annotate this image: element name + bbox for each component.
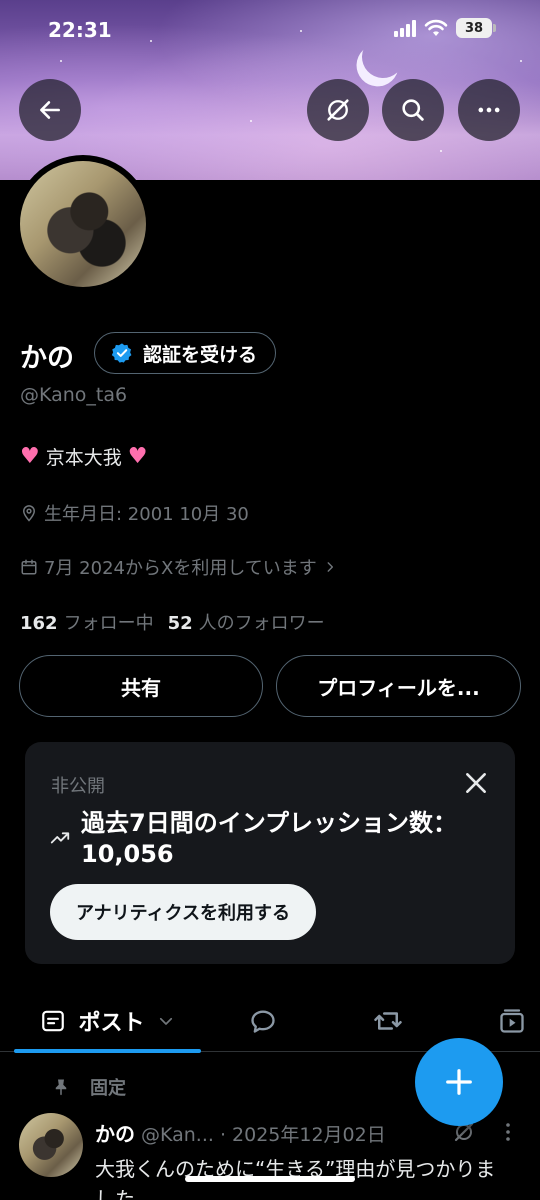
follow-stats: 162 フォロー中 52 人のフォロワー bbox=[20, 609, 325, 635]
profile-name: かの bbox=[20, 343, 74, 374]
analytics-button[interactable]: アナリティクスを利用する bbox=[50, 884, 317, 940]
edit-profile-button[interactable]: プロフィールを... bbox=[276, 655, 521, 717]
tab-active-indicator bbox=[14, 1049, 201, 1053]
followers-count[interactable]: 52 bbox=[168, 613, 193, 634]
post-author-handle[interactable]: @Kan... bbox=[141, 1124, 214, 1146]
media-icon bbox=[500, 1009, 524, 1033]
reply-icon bbox=[251, 1010, 275, 1033]
compose-button[interactable] bbox=[415, 1038, 503, 1126]
grok-icon bbox=[327, 99, 349, 121]
verified-badge-icon bbox=[111, 343, 132, 363]
tab-reposts[interactable] bbox=[357, 990, 419, 1052]
tab-posts-label: ポスト bbox=[78, 1011, 145, 1036]
pink-heart-icon: ♥ bbox=[20, 444, 40, 469]
search-icon bbox=[402, 99, 424, 121]
share-button[interactable]: 共有 bbox=[19, 655, 263, 717]
chevron-down-icon bbox=[159, 1017, 172, 1025]
close-icon[interactable] bbox=[463, 770, 489, 796]
status-time: 22:31 bbox=[48, 18, 112, 42]
analytics-card: 非公開 過去7日間のインプレッション数：10,056 アナリティクスを利用する bbox=[25, 742, 515, 964]
pinned-indicator: 固定 bbox=[52, 1074, 126, 1100]
tab-media[interactable] bbox=[484, 990, 540, 1052]
compose-plus-icon bbox=[446, 1069, 472, 1095]
more-icon bbox=[478, 107, 500, 113]
star bbox=[300, 30, 302, 32]
tab-posts[interactable]: ポスト bbox=[14, 990, 201, 1052]
search-button[interactable] bbox=[382, 79, 444, 141]
post-date: · 2025年12月02日 bbox=[219, 1124, 386, 1146]
status-icons: 38 bbox=[394, 18, 496, 38]
back-button[interactable] bbox=[19, 79, 81, 141]
back-arrow-icon bbox=[40, 101, 60, 119]
pin-icon bbox=[55, 1079, 67, 1096]
avatar-image bbox=[20, 161, 146, 287]
star bbox=[440, 150, 442, 152]
star bbox=[150, 40, 152, 42]
posts-tab-icon bbox=[42, 1010, 65, 1032]
birthday-text: 生年月日: 2001 10月 30 bbox=[44, 504, 249, 525]
star bbox=[520, 60, 522, 62]
tab-replies[interactable] bbox=[232, 990, 294, 1052]
trend-icon bbox=[50, 832, 70, 844]
impressions-title: 過去7日間のインプレッション数：10,056 bbox=[81, 809, 457, 868]
location-icon bbox=[22, 505, 36, 522]
calendar-icon bbox=[21, 559, 37, 575]
birthday-row: 生年月日: 2001 10月 30 bbox=[20, 500, 249, 526]
repost-icon bbox=[374, 1012, 402, 1030]
more-button[interactable] bbox=[458, 79, 520, 141]
get-verified-label: 認証を受ける bbox=[143, 343, 258, 366]
star bbox=[60, 60, 62, 62]
wifi-icon bbox=[424, 19, 448, 36]
following-count[interactable]: 162 bbox=[20, 613, 58, 634]
following-label[interactable]: フォロー中 bbox=[64, 609, 154, 635]
post-avatar[interactable] bbox=[19, 1113, 83, 1177]
profile-bio: ♥ 京本大我 ♥ bbox=[20, 443, 147, 470]
joined-row[interactable]: 7月 2024からXを利用しています bbox=[20, 554, 337, 580]
moon-decoration bbox=[356, 30, 410, 84]
pink-heart-icon: ♥ bbox=[127, 444, 148, 469]
post-more-icon[interactable] bbox=[496, 1120, 520, 1144]
chevron-right-icon bbox=[327, 562, 333, 572]
followers-label[interactable]: 人のフォロワー bbox=[199, 609, 325, 635]
star bbox=[250, 120, 252, 122]
signal-icon bbox=[394, 19, 416, 37]
post-author-name[interactable]: かの bbox=[95, 1118, 135, 1147]
joined-text: 7月 2024からXを利用しています bbox=[44, 558, 317, 579]
bio-text: 京本大我 bbox=[45, 447, 122, 469]
get-verified-button[interactable]: 認証を受ける bbox=[94, 332, 277, 374]
profile-handle: @Kano_ta6 bbox=[20, 384, 128, 406]
battery-indicator: 38 bbox=[456, 18, 496, 38]
profile-avatar[interactable] bbox=[14, 155, 152, 293]
grok-button[interactable] bbox=[307, 79, 369, 141]
pinned-label: 固定 bbox=[90, 1078, 126, 1099]
post-header: かの @Kan... · 2025年12月02日 bbox=[95, 1118, 386, 1147]
private-label: 非公開 bbox=[51, 776, 105, 797]
home-indicator[interactable] bbox=[185, 1176, 355, 1182]
